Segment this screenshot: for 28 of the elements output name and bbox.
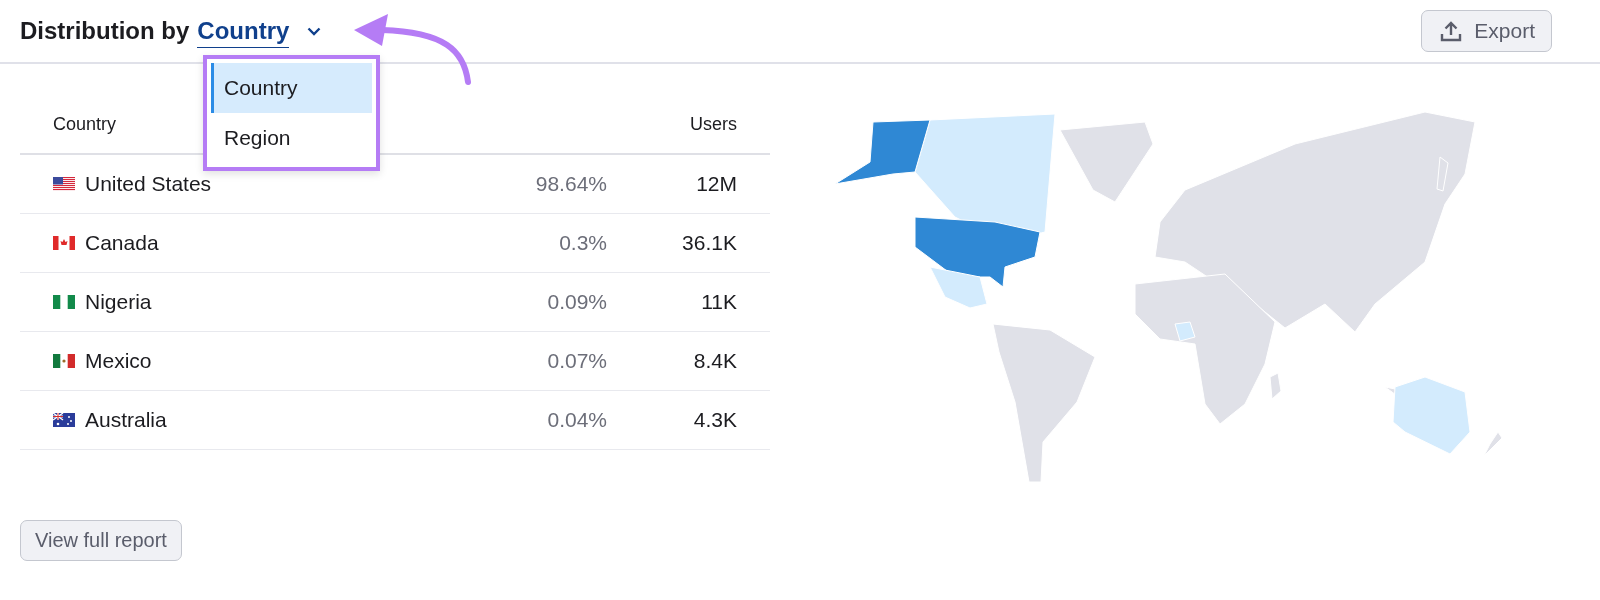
flag-icon [53, 177, 75, 191]
users-cell: 8.4K [607, 331, 770, 391]
share-cell: 98.64% [447, 154, 607, 214]
chevron-down-icon[interactable] [307, 26, 322, 36]
users-cell: 36.1K [607, 213, 770, 273]
share-cell: 0.07% [447, 331, 607, 391]
column-header: Users [607, 114, 770, 154]
country-name: Nigeria [85, 290, 152, 314]
country-name: Australia [85, 408, 167, 432]
users-cell: 12M [607, 154, 770, 214]
country-name: Mexico [85, 349, 152, 373]
country-name: Canada [85, 231, 159, 255]
share-cell: 0.04% [447, 390, 607, 450]
flag-icon [53, 295, 75, 309]
share-cell: 0.09% [447, 272, 607, 332]
upload-icon [1440, 20, 1463, 42]
dimension-selector[interactable]: Country [197, 17, 290, 48]
country-name: United States [85, 172, 212, 196]
flag-icon [53, 413, 75, 427]
menu-option[interactable]: Country [211, 63, 372, 113]
users-cell: 4.3K [607, 390, 770, 450]
flag-icon [53, 236, 75, 250]
view-report-button[interactable]: View full report [20, 520, 182, 561]
users-cell: 11K [607, 272, 770, 332]
share-cell: 0.3% [447, 213, 607, 273]
widget-title: Distribution by [20, 17, 190, 45]
export-button[interactable]: Export [1421, 10, 1552, 52]
flag-icon [53, 354, 75, 368]
